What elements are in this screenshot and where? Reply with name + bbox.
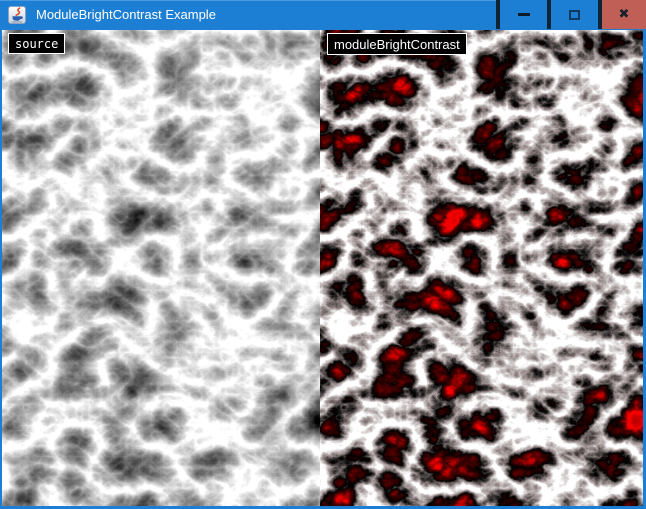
window-title: ModuleBrightContrast Example xyxy=(36,0,216,30)
processed-image-label: moduleBrightContrast xyxy=(327,33,467,55)
app-window: ModuleBrightContrast Example ✖ xyxy=(0,0,646,509)
source-image-label: source xyxy=(8,33,65,54)
close-button[interactable]: ✖ xyxy=(602,0,646,29)
image-workspace: source moduleBrigh xyxy=(2,30,643,506)
window-controls: ✖ xyxy=(496,0,646,29)
processed-image xyxy=(320,30,643,506)
maximize-icon xyxy=(569,10,580,20)
titlebar[interactable]: ModuleBrightContrast Example ✖ xyxy=(0,0,646,30)
processed-image-panel: moduleBrightContrast xyxy=(320,30,643,506)
source-image xyxy=(2,30,320,506)
minimize-icon xyxy=(518,13,530,16)
maximize-button[interactable] xyxy=(551,0,598,29)
source-image-panel: source xyxy=(2,30,320,506)
java-app-icon[interactable] xyxy=(8,6,26,24)
close-icon: ✖ xyxy=(619,8,630,21)
minimize-button[interactable] xyxy=(500,0,547,29)
